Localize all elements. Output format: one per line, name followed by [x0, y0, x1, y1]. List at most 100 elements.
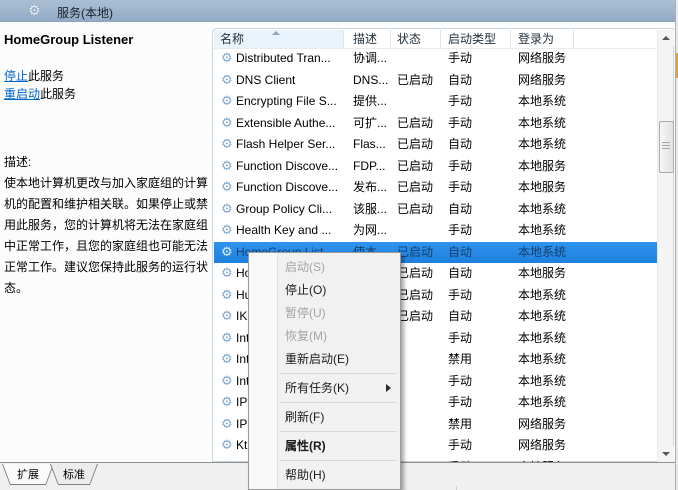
menu-item-help[interactable]: 帮助(H) — [249, 464, 400, 487]
service-logon-as: 本地系统 — [518, 309, 567, 323]
column-header-logon-as[interactable]: 登录为 — [511, 30, 574, 48]
console-header-bar: ⚙ 服务(本地) — [0, 0, 675, 22]
service-status — [397, 91, 441, 113]
scroll-down-button[interactable] — [658, 446, 674, 462]
service-logon-as: 本地系统 — [518, 352, 567, 366]
service-gear-icon: ⚙ — [221, 437, 233, 452]
service-startup-type: 自动 — [448, 309, 473, 323]
menu-separator — [280, 373, 397, 374]
tab-extended-label: 扩展 — [3, 464, 53, 484]
service-gear-icon: ⚙ — [221, 286, 233, 302]
service-row[interactable]: ⚙ DNS Client DNS... 已启动 自动 网络服务 — [214, 70, 657, 92]
stop-service-suffix: 此服务 — [28, 69, 65, 83]
service-row[interactable]: ⚙ Group Policy Cli... 该服... 已启动 自动 本地系统 — [214, 199, 657, 221]
stop-service-link[interactable]: 停止 — [4, 69, 28, 83]
column-header-status[interactable]: 状态 — [391, 30, 441, 48]
service-gear-icon: ⚙ — [221, 308, 233, 323]
service-status: 已启动 — [397, 201, 434, 216]
service-row[interactable]: ⚙ Flash Helper Ser... Flas... 已启动 自动 本地系统 — [214, 134, 657, 156]
service-logon-as: 本地服务 — [518, 180, 567, 194]
service-status: 已启动 — [397, 287, 434, 302]
service-description: DNS... — [353, 72, 389, 87]
console-title: 服务(本地) — [57, 6, 113, 20]
scrollbar-thumb[interactable] — [659, 121, 674, 173]
service-gear-icon: ⚙ — [221, 136, 233, 151]
menu-item-restart[interactable]: 重新启动(E) — [249, 348, 400, 371]
menu-separator — [280, 402, 397, 403]
vertical-scrollbar[interactable] — [657, 30, 674, 462]
service-logon-as: 本地系统 — [518, 330, 567, 345]
service-row[interactable]: ⚙ Encrypting File S... 提供... 手动 本地系统 — [214, 91, 657, 113]
description-label: 描述: — [4, 155, 32, 169]
service-status: 已启动 — [397, 244, 434, 259]
service-startup-type: 手动 — [448, 94, 473, 108]
service-gear-icon: ⚙ — [221, 351, 233, 366]
service-description: 协调... — [353, 51, 388, 65]
service-startup-type: 手动 — [448, 395, 473, 409]
service-row[interactable]: ⚙ Distributed Tran... 协调... 手动 网络服务 — [214, 48, 657, 70]
submenu-arrow-icon — [386, 384, 391, 392]
scroll-down-arrow-icon — [662, 452, 670, 456]
service-name: Group Policy Cli... — [236, 201, 333, 216]
service-status: 已启动 — [397, 137, 434, 151]
sort-ascending-icon — [272, 31, 280, 35]
service-gear-icon: ⚙ — [221, 93, 233, 108]
service-logon-as: 本地服务 — [518, 158, 567, 173]
service-startup-type: 手动 — [448, 287, 473, 302]
column-header-startup-type[interactable]: 启动类型 — [441, 30, 511, 48]
menu-item-pause: 暂停(U) — [285, 306, 326, 320]
service-startup-type: 手动 — [448, 51, 473, 65]
service-row[interactable]: ⚙ Extensible Authe... 可扩... 已启动 手动 本地系统 — [214, 113, 657, 135]
service-status — [397, 371, 441, 393]
service-startup-type: 自动 — [448, 72, 473, 87]
service-row[interactable]: ⚙ Function Discove... FDP... 已启动 手动 本地服务 — [214, 156, 657, 178]
service-context-menu: 启动(S) 停止(O) 暂停(U) 恢复(M) 重新启动(E) 所有任务(K) 刷新(F) 属… — [248, 252, 401, 490]
service-status: 已启动 — [397, 115, 434, 130]
service-gear-icon: ⚙ — [221, 265, 233, 280]
service-name: Flash Helper Ser... — [236, 137, 336, 151]
service-description: 可扩... — [353, 115, 388, 130]
scroll-up-arrow-icon — [662, 36, 670, 40]
service-description: Flas... — [353, 137, 386, 151]
extended-description-pane: HomeGroup Listener 停止此服务 重启动此服务 描述: 使本地计… — [0, 22, 212, 462]
service-row[interactable]: ⚙ Function Discove... 发布... 已启动 手动 本地服务 — [214, 177, 657, 199]
service-status: 已启动 — [397, 72, 434, 87]
service-name: Function Discove... — [236, 158, 339, 173]
service-gear-icon: ⚙ — [221, 329, 233, 345]
description-text: 使本地计算机更改与加入家庭组的计算机的配置和维护相关联。如果停止或禁用此服务，您… — [4, 176, 209, 295]
service-logon-as: 网络服务 — [518, 51, 567, 65]
service-logon-as: 本地系统 — [518, 137, 567, 151]
service-logon-as: 本地系统 — [518, 287, 567, 302]
menu-separator — [280, 460, 397, 461]
service-status — [397, 392, 441, 414]
service-logon-as: 本地系统 — [518, 115, 567, 130]
column-header-description[interactable]: 描述 — [344, 30, 391, 48]
tab-standard[interactable]: 标准 — [50, 464, 98, 485]
service-description: 发布... — [353, 180, 388, 194]
tab-extended[interactable]: 扩展 — [2, 464, 54, 485]
menu-item-stop[interactable]: 停止(O) — [249, 279, 400, 302]
services-gear-icon: ⚙ — [28, 2, 41, 18]
service-startup-type: 手动 — [448, 438, 473, 452]
service-gear-icon: ⚙ — [221, 157, 233, 173]
service-name: Function Discove... — [236, 180, 339, 194]
service-description: 提供... — [353, 94, 388, 108]
service-status — [397, 220, 441, 242]
menu-item-properties[interactable]: 属性(R) — [249, 435, 400, 458]
menu-item-refresh[interactable]: 刷新(F) — [249, 406, 400, 429]
service-description: 该服... — [353, 201, 388, 216]
service-startup-type: 自动 — [448, 244, 473, 259]
service-status — [397, 328, 441, 350]
service-description: 为网... — [353, 223, 388, 237]
statusbar-separator — [456, 486, 457, 490]
service-startup-type: 禁用 — [448, 352, 473, 366]
service-logon-as: 网络服务 — [518, 438, 567, 452]
restart-service-line: 重启动此服务 — [4, 85, 76, 102]
service-gear-icon: ⚙ — [221, 394, 233, 409]
service-row[interactable]: ⚙ Health Key and ... 为网... 手动 本地系统 — [214, 220, 657, 242]
service-name: Health Key and ... — [236, 223, 332, 237]
restart-service-link[interactable]: 重启动 — [4, 87, 40, 101]
menu-item-all-tasks[interactable]: 所有任务(K) — [249, 377, 400, 400]
service-startup-type: 自动 — [448, 266, 473, 280]
scroll-up-button[interactable] — [658, 30, 674, 46]
